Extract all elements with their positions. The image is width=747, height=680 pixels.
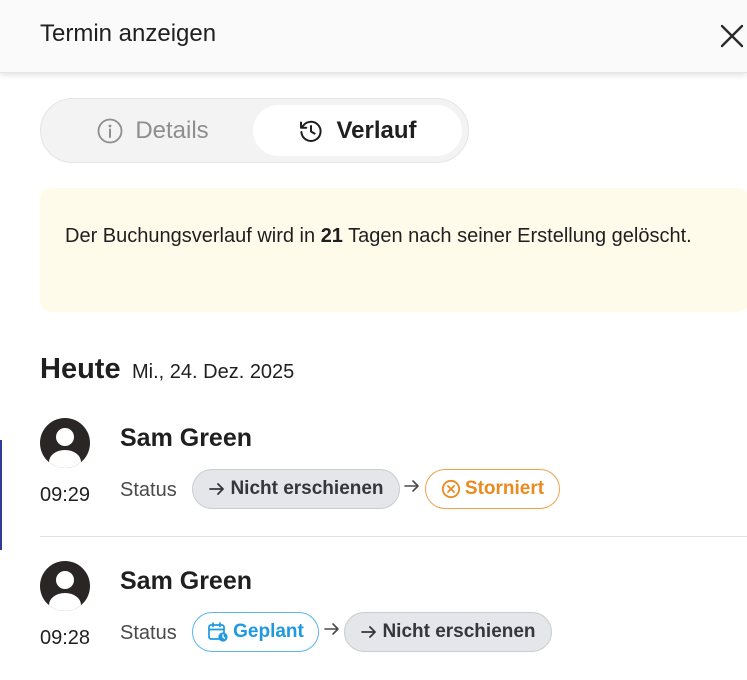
entry-user-name: Sam Green — [120, 567, 253, 595]
status-badge-to: Nicht erschienen — [344, 612, 552, 652]
status-badge-label: Nicht erschienen — [382, 621, 536, 642]
dialog-header: Termin anzeigen — [0, 0, 747, 73]
view-tabs: Details Verlauf — [40, 98, 469, 163]
tab-details[interactable]: Details — [53, 105, 253, 156]
transition-arrow — [403, 477, 421, 501]
calendar-clock-icon — [208, 622, 228, 642]
arrow-right-icon — [209, 483, 225, 495]
window-edge — [0, 440, 2, 550]
history-icon — [300, 120, 323, 142]
status-badge-to: Storniert — [425, 469, 560, 509]
day-title: Heute — [40, 353, 121, 385]
notice-text-after: Tagen nach seiner Erstellung gelöscht. — [342, 225, 692, 247]
status-badge-label: Storniert — [464, 478, 545, 499]
arrow-right-icon — [404, 480, 419, 492]
tab-details-label: Details — [135, 116, 209, 144]
entry-time: 09:29 — [40, 484, 91, 506]
user-icon — [49, 428, 81, 468]
avatar — [40, 418, 90, 468]
entry-time: 09:28 — [40, 627, 91, 649]
status-badge-label: Nicht erschienen — [230, 478, 384, 499]
status-badge-label: Geplant — [233, 621, 304, 642]
arrow-right-icon — [324, 623, 339, 635]
status-badge-from: Geplant — [192, 612, 319, 652]
status-badge-from: Nicht erschienen — [192, 469, 400, 509]
info-icon — [97, 118, 123, 143]
tab-verlauf-label: Verlauf — [336, 116, 417, 144]
avatar — [40, 561, 90, 611]
retention-notice: Der Buchungsverlauf wird in 21 Tagen nac… — [40, 188, 747, 312]
notice-days: 21 — [320, 225, 343, 247]
status-label: Status — [120, 622, 177, 644]
status-label: Status — [120, 479, 177, 501]
entry-divider — [40, 536, 747, 537]
close-button[interactable] — [716, 20, 747, 52]
close-icon — [720, 24, 744, 48]
user-icon — [49, 571, 81, 611]
arrow-right-icon — [361, 626, 377, 638]
notice-text-before: Der Buchungsverlauf wird in — [65, 225, 321, 247]
day-date: Mi., 24. Dez. 2025 — [132, 361, 295, 383]
tab-verlauf[interactable]: Verlauf — [253, 105, 462, 156]
x-circle-icon — [441, 479, 461, 499]
entry-user-name: Sam Green — [120, 424, 253, 452]
dialog-title: Termin anzeigen — [40, 20, 217, 47]
transition-arrow — [323, 620, 341, 644]
